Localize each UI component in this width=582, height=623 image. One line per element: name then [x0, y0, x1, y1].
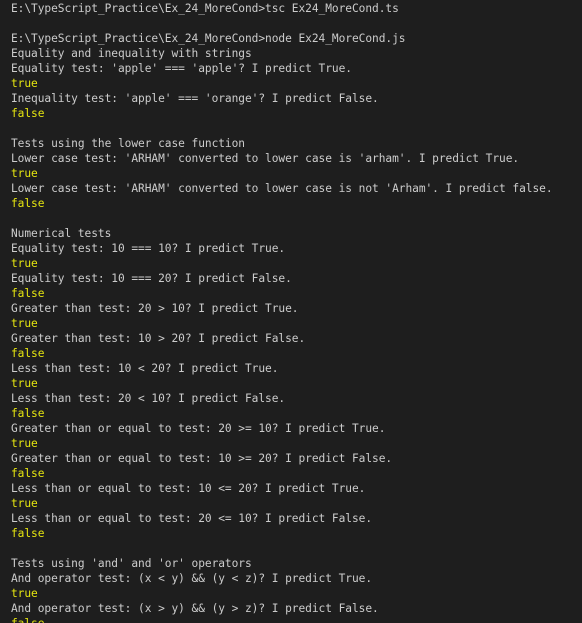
output-line: Inequality test: 'apple' === 'orange'? I…: [11, 92, 379, 105]
output-line: Lower case test: 'ARHAM' converted to lo…: [11, 182, 553, 195]
output-line: And operator test: (x > y) && (y > z)? I…: [11, 602, 379, 615]
output-line: Tests using the lower case function: [11, 137, 245, 150]
result-true-line: true: [11, 317, 38, 330]
result-true-line: true: [11, 497, 38, 510]
output-line: Lower case test: 'ARHAM' converted to lo…: [11, 152, 520, 165]
result-false-line: false: [11, 287, 45, 300]
result-false-line: false: [11, 197, 45, 210]
output-line: Greater than test: 20 > 10? I predict Tr…: [11, 302, 299, 315]
output-line: Less than or equal to test: 20 <= 10? I …: [11, 512, 373, 525]
output-line: Greater than or equal to test: 20 >= 10?…: [11, 422, 386, 435]
result-false-line: false: [11, 467, 45, 480]
command-line: E:\TypeScript_Practice\Ex_24_MoreCond>no…: [11, 32, 406, 45]
output-line: Less than or equal to test: 10 <= 20? I …: [11, 482, 366, 495]
result-true-line: true: [11, 257, 38, 270]
output-line: Less than test: 10 < 20? I predict True.: [11, 362, 279, 375]
result-true-line: true: [11, 377, 38, 390]
output-line: Equality test: 10 === 20? I predict Fals…: [11, 272, 292, 285]
result-false-line: false: [11, 527, 45, 540]
result-true-line: true: [11, 587, 38, 600]
output-line: Tests using 'and' and 'or' operators: [11, 557, 252, 570]
result-true-line: true: [11, 167, 38, 180]
result-false-line: false: [11, 107, 45, 120]
command-line: E:\TypeScript_Practice\Ex_24_MoreCond>ts…: [11, 2, 399, 15]
output-line: Equality test: 10 === 10? I predict True…: [11, 242, 286, 255]
output-line: Greater than test: 10 > 20? I predict Fa…: [11, 332, 306, 345]
result-false-line: false: [11, 407, 45, 420]
output-line: Equality test: 'apple' === 'apple'? I pr…: [11, 62, 352, 75]
result-true-line: true: [11, 77, 38, 90]
output-line: Equality and inequality with strings: [11, 47, 252, 60]
terminal-output[interactable]: E:\TypeScript_Practice\Ex_24_MoreCond>ts…: [0, 0, 582, 623]
output-line: Greater than or equal to test: 10 >= 20?…: [11, 452, 393, 465]
result-true-line: true: [11, 437, 38, 450]
output-line: And operator test: (x < y) && (y < z)? I…: [11, 572, 373, 585]
result-false-line: false: [0, 616, 582, 623]
output-line: Less than test: 20 < 10? I predict False…: [11, 392, 286, 405]
output-line: Numerical tests: [11, 227, 112, 240]
result-false-line: false: [11, 347, 45, 360]
